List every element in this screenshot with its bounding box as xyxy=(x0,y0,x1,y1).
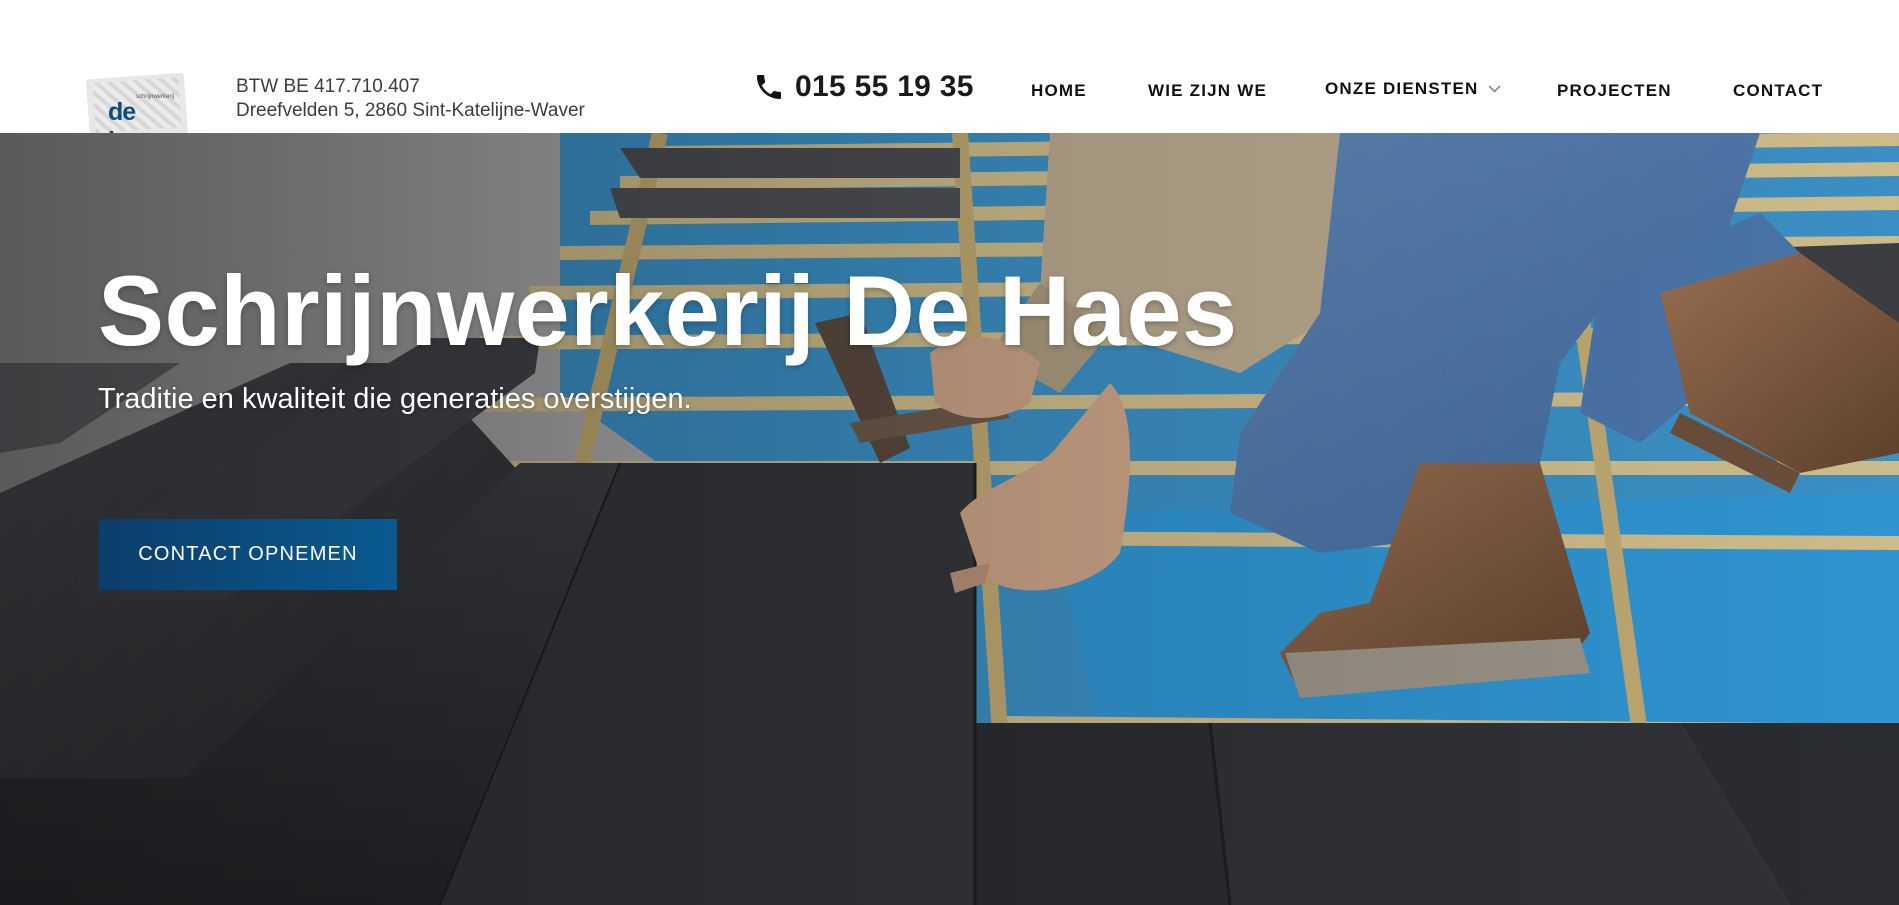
main-navigation: HOME WIE ZIJN WE ONZE DIENSTEN PROJECTEN… xyxy=(0,79,1899,105)
hero-title: Schrijnwerkerij De Haes xyxy=(98,255,1238,366)
nav-item-home[interactable]: HOME xyxy=(1031,81,1087,101)
nav-item-wie-zijn-we[interactable]: WIE ZIJN WE xyxy=(1148,81,1267,101)
hero-subtitle: Traditie en kwaliteit die generaties ove… xyxy=(98,383,692,415)
nav-item-contact[interactable]: CONTACT xyxy=(1733,81,1823,101)
contact-opnemen-button[interactable]: CONTACT OPNEMEN xyxy=(99,519,397,590)
nav-item-projecten[interactable]: PROJECTEN xyxy=(1557,81,1672,101)
hero-section: Schrijnwerkerij De Haes Traditie en kwal… xyxy=(0,133,1899,905)
chevron-down-icon xyxy=(1488,85,1501,93)
nav-item-onze-diensten-label: ONZE DIENSTEN xyxy=(1325,79,1479,98)
site-header: schrijnwerkerij de haes BTW BE 417.710.4… xyxy=(0,0,1899,133)
nav-item-onze-diensten[interactable]: ONZE DIENSTEN xyxy=(1325,79,1501,99)
